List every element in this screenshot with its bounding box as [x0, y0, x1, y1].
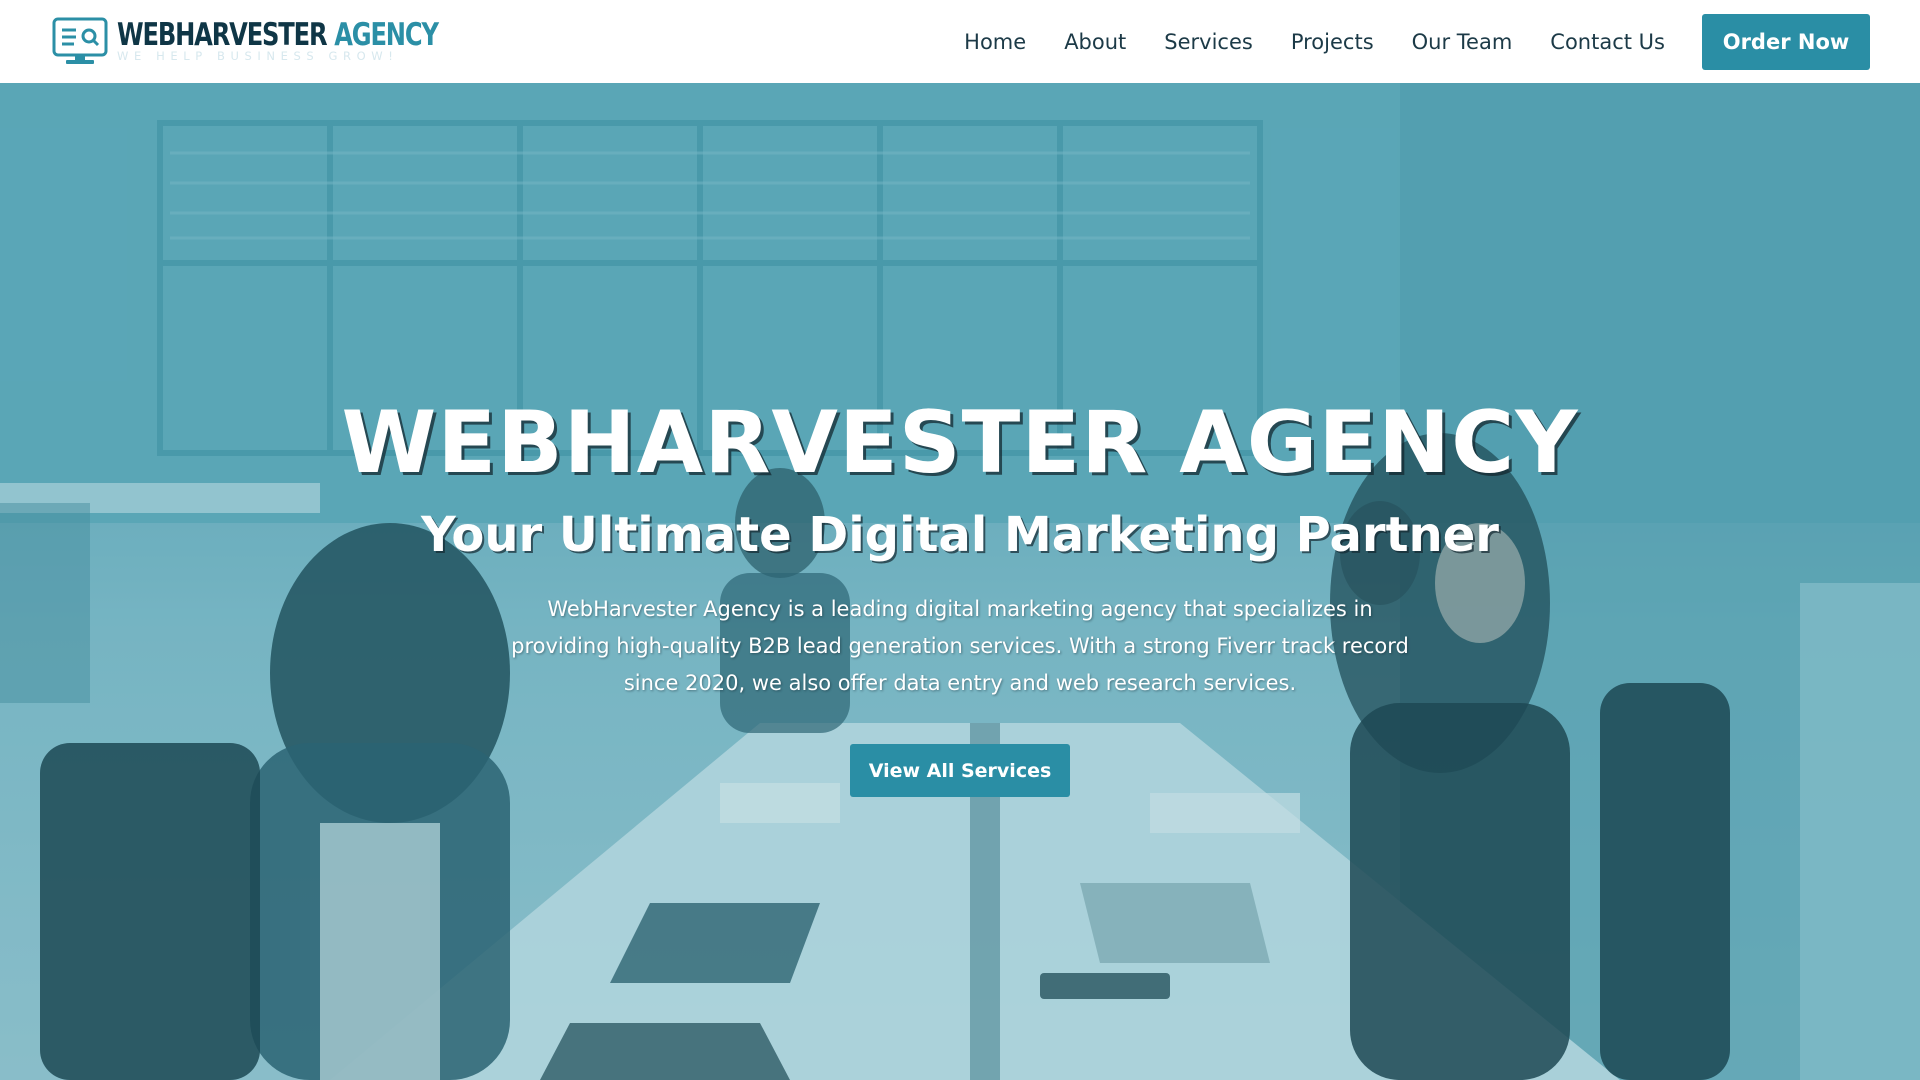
nav-our-team[interactable]: Our Team	[1412, 30, 1513, 54]
logo-name-accent: AGENCY	[334, 17, 439, 54]
site-header: WEBHARVESTER AGENCY WE HELP BUSINESS GRO…	[0, 0, 1920, 83]
nav-services[interactable]: Services	[1164, 30, 1253, 54]
logo-text: WEBHARVESTER AGENCY WE HELP BUSINESS GRO…	[117, 20, 528, 63]
nav-contact-us[interactable]: Contact Us	[1550, 30, 1665, 54]
view-all-services-button[interactable]: View All Services	[850, 744, 1070, 797]
order-now-button[interactable]: Order Now	[1702, 13, 1870, 70]
main-nav: Home About Services Projects Our Team Co…	[964, 13, 1870, 70]
nav-home[interactable]: Home	[964, 30, 1026, 54]
hero-title: WEBHARVESTER AGENCY	[341, 393, 1579, 493]
site-logo[interactable]: WEBHARVESTER AGENCY WE HELP BUSINESS GRO…	[52, 17, 528, 67]
monitor-search-icon	[52, 17, 108, 64]
hero-description: WebHarvester Agency is a leading digital…	[511, 597, 1409, 695]
nav-about[interactable]: About	[1064, 30, 1126, 54]
hero-subtitle: Your Ultimate Digital Marketing Partner	[421, 507, 1499, 563]
nav-projects[interactable]: Projects	[1291, 30, 1374, 54]
hero-section: WEBHARVESTER AGENCY Your Ultimate Digita…	[0, 83, 1920, 1080]
logo-wordmark: WEBHARVESTER AGENCY	[117, 17, 439, 54]
logo-name-dark: WEBHARVESTER	[117, 17, 328, 54]
hero-content: WEBHARVESTER AGENCY Your Ultimate Digita…	[0, 83, 1920, 1080]
